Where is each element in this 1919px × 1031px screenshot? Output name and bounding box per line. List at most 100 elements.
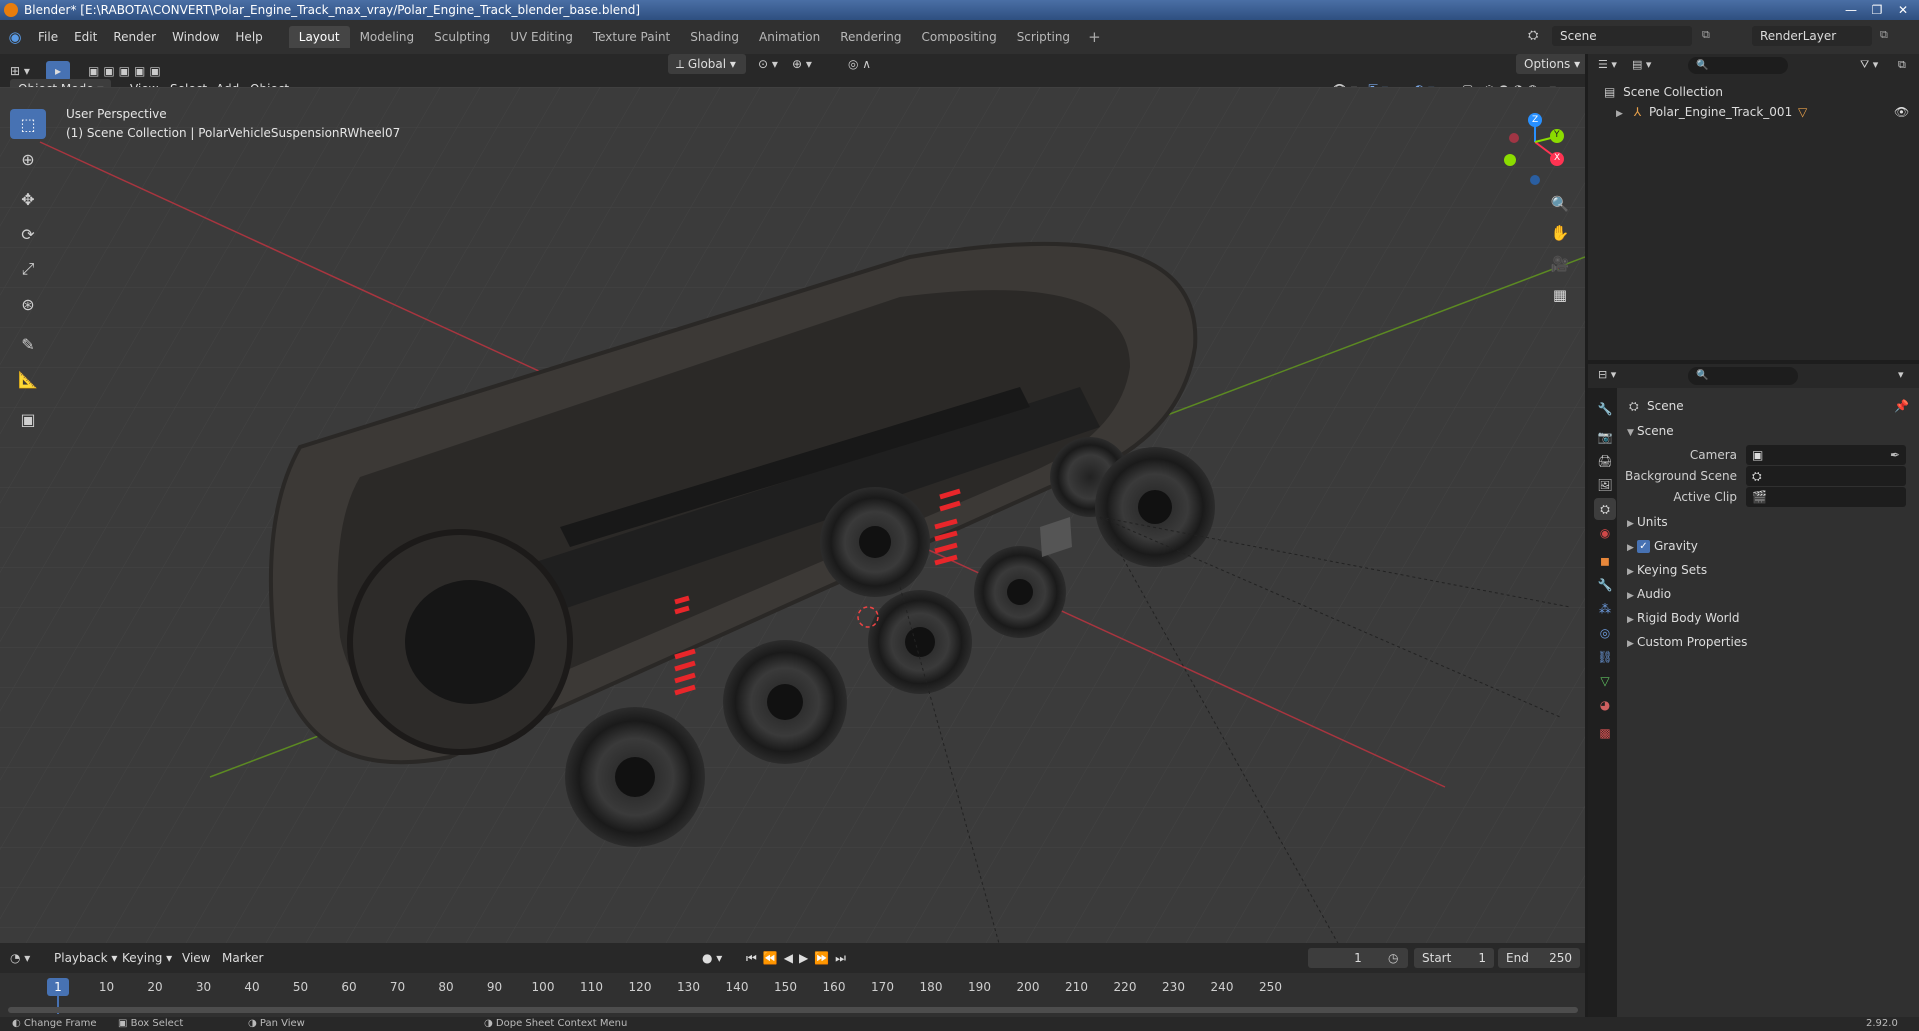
scene-field[interactable]: Scene [1552,26,1692,46]
select-tool-icon[interactable]: ▸ [46,61,70,81]
transform-orientation-dropdown[interactable]: ⟂ Global ▾ [668,54,746,74]
options-dropdown[interactable]: Options ▾ [1516,54,1589,74]
ortho-grid-icon[interactable]: ▦ [1546,281,1574,309]
outliner-editor-icon[interactable]: ☰ ▾ [1598,58,1617,71]
data-tab-icon[interactable]: ▽ [1594,670,1616,692]
close-button[interactable]: ✕ [1890,2,1916,18]
texture-tab-icon[interactable]: ▩ [1594,722,1616,744]
3d-viewport[interactable]: Z Y X [0,87,1585,943]
rotate-tool-icon[interactable]: ⟳ [10,219,46,249]
rigid-body-world-panel[interactable]: ▶ Rigid Body World [1617,608,1919,628]
select-box-tool-icon[interactable]: ⬚ [10,109,46,139]
menu-window[interactable]: Window [164,30,227,44]
tab-sculpting[interactable]: Sculpting [424,26,500,48]
blender-menu-icon[interactable]: ◉ [0,28,30,46]
measure-tool-icon[interactable]: 📐 [10,364,46,394]
tab-texture-paint[interactable]: Texture Paint [583,26,680,48]
tab-scripting[interactable]: Scripting [1007,26,1080,48]
physics-tab-icon[interactable]: ◎ [1594,622,1616,644]
timeline-menu-view[interactable]: View [182,948,210,968]
background-scene-field[interactable]: ⛭ [1746,466,1906,486]
tab-uv-editing[interactable]: UV Editing [500,26,583,48]
minimize-button[interactable]: — [1838,2,1864,18]
timeline-menu-keying[interactable]: Keying ▾ [122,948,172,968]
gravity-panel[interactable]: ▶ ✓ Gravity [1617,536,1919,556]
pivot-icon[interactable]: ⊙ ▾ [758,54,778,74]
new-collection-icon[interactable]: ⧉ [1898,58,1906,72]
gravity-checkbox[interactable]: ✓ [1637,540,1650,553]
tab-modeling[interactable]: Modeling [350,26,425,48]
gizmo-y-label[interactable]: Y [1554,130,1560,140]
tab-rendering[interactable]: Rendering [830,26,911,48]
eyedropper-icon[interactable]: ✒ [1890,445,1900,465]
timeline-editor-icon[interactable]: ◔ ▾ [10,948,30,968]
outliner-item-polar-engine-track[interactable]: ▶ ⅄ Polar_Engine_Track_001 ▽ 👁 [1594,102,1914,122]
render-layer-field[interactable]: RenderLayer [1752,26,1872,46]
editor-type-icon[interactable]: ⊞ ▾ [10,61,30,81]
snap-icon[interactable]: ⊕ ▾ [792,54,812,74]
annotate-tool-icon[interactable]: ✎ [10,329,46,359]
move-tool-icon[interactable]: ✥ [10,184,46,214]
zoom-icon[interactable]: 🔍 [1546,190,1574,218]
timeline-scrollbar[interactable] [8,1007,1578,1013]
custom-properties-panel[interactable]: ▶ Custom Properties [1617,632,1919,652]
object-tab-icon[interactable]: ◼ [1594,550,1616,572]
add-cube-tool-icon[interactable]: ▣ [10,404,46,434]
menu-file[interactable]: File [30,30,66,44]
units-panel[interactable]: ▶ Units [1617,512,1919,532]
tab-shading[interactable]: Shading [680,26,749,48]
pin-icon[interactable]: 📌 [1894,396,1909,416]
tab-animation[interactable]: Animation [749,26,830,48]
modifier-tab-icon[interactable]: 🔧 [1594,574,1616,596]
menu-render[interactable]: Render [105,30,164,44]
menu-edit[interactable]: Edit [66,30,105,44]
output-tab-icon[interactable]: 🖨 [1594,450,1616,472]
start-frame-field[interactable]: Start 1 [1414,948,1494,968]
properties-options-icon[interactable]: ▾ [1898,368,1904,381]
end-frame-field[interactable]: End 250 [1498,948,1580,968]
playback-controls-icon[interactable]: ⏮⏪◀▶⏩⏭ [746,948,852,968]
cursor-tool-icon[interactable]: ⊕ [10,144,46,174]
gizmo-z-label[interactable]: Z [1532,115,1538,125]
tool-tab-icon[interactable]: 🔧 [1594,398,1616,420]
view-layer-tab-icon[interactable]: 🖼 [1594,474,1616,496]
proportional-edit-icon[interactable]: ◎ ∧ [848,54,871,74]
keying-sets-panel[interactable]: ▶ Keying Sets [1617,560,1919,580]
display-mode-icon[interactable]: ▤ ▾ [1632,58,1651,71]
constraints-tab-icon[interactable]: ⛓ [1594,646,1616,668]
record-icon[interactable]: ● ▾ [702,948,722,968]
restore-button[interactable]: ❐ [1864,2,1890,18]
render-tab-icon[interactable]: 📷 [1594,426,1616,448]
menu-help[interactable]: Help [227,30,270,44]
outliner-scene-collection[interactable]: ▤ Scene Collection [1594,82,1914,102]
scale-tool-icon[interactable]: ⤢ [10,254,46,284]
active-clip-field[interactable]: 🎬 [1746,487,1906,507]
transform-tool-icon[interactable]: ⊛ [10,289,46,319]
pan-hand-icon[interactable]: ✋ [1546,219,1574,247]
properties-search-input[interactable]: 🔍 [1688,367,1798,385]
world-tab-icon[interactable]: ◉ [1594,522,1616,544]
add-workspace-icon[interactable]: + [1080,28,1109,46]
scene-tab-icon[interactable]: ⛭ [1594,498,1616,520]
tab-layout[interactable]: Layout [288,26,350,48]
timeline-menu-marker[interactable]: Marker [222,948,263,968]
particles-tab-icon[interactable]: ⁂ [1594,598,1616,620]
select-mode-icons[interactable]: ▣▣▣▣▣ [88,61,165,81]
gizmo-x-label[interactable]: X [1554,153,1560,163]
scene-new-icon[interactable]: ⧉ [1702,28,1710,42]
render-layer-new-icon[interactable]: ⧉ [1880,28,1888,42]
playhead-frame[interactable]: 1 [47,978,69,996]
scene-section-header[interactable]: ▼ Scene [1617,421,1919,441]
tab-compositing[interactable]: Compositing [911,26,1006,48]
outliner-search-input[interactable]: 🔍 [1688,57,1788,74]
properties-editor-icon[interactable]: ⊟ ▾ [1598,368,1616,381]
scene-selector-icon[interactable]: ⛭ [1528,28,1538,43]
camera-field[interactable]: ▣ ✒ [1746,445,1906,465]
timeline-body[interactable]: 1 10 20 30 40 50 60 70 80 90 100 110 120 130 140 150 16… [0,973,1585,1017]
expand-icon[interactable]: ▶ [1616,104,1626,124]
timeline-menu-playback[interactable]: Playback ▾ [54,948,117,968]
audio-panel[interactable]: ▶ Audio [1617,584,1919,604]
camera-view-icon[interactable]: 🎥 [1546,250,1574,278]
visibility-eye-icon[interactable]: 👁 [1894,102,1909,122]
material-tab-icon[interactable]: ◕ [1594,694,1616,716]
